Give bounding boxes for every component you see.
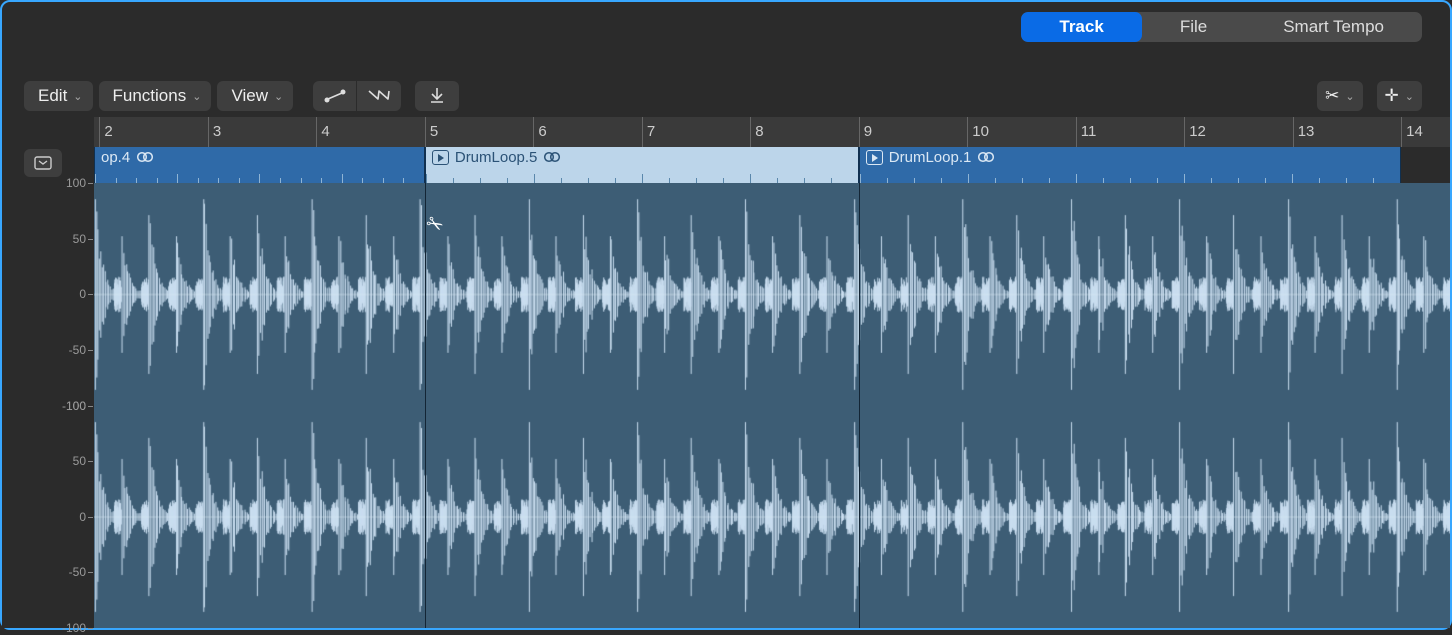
ruler-bar-5: 5 (425, 117, 438, 147)
menu-label: Functions (113, 86, 187, 106)
ruler-bar-4: 4 (316, 117, 329, 147)
amplitude-label: 100 (66, 176, 86, 190)
region-DrumLoop.5[interactable]: DrumLoop.5 (425, 147, 859, 183)
ruler-bar-10: 10 (967, 117, 989, 147)
snap-icon: ✛ (1385, 86, 1399, 106)
amplitude-label: 50 (73, 232, 86, 246)
edit-menu[interactable]: Edit ⌄ (24, 81, 93, 111)
loop-icon (543, 150, 561, 164)
tab-track[interactable]: Track (1021, 12, 1141, 42)
menu-label: View (231, 86, 268, 106)
snap-menu[interactable]: ✛ ⌄ (1377, 81, 1422, 111)
loop-icon (977, 150, 995, 164)
ruler-bar-7: 7 (642, 117, 655, 147)
tab-file[interactable]: File (1142, 12, 1245, 42)
amplitude-label: 50 (73, 454, 86, 468)
ruler-bar-3: 3 (208, 117, 221, 147)
amplitude-label: 0 (79, 287, 86, 301)
chevron-down-icon: ⌄ (73, 90, 82, 103)
region-divider (425, 183, 426, 628)
ruler-bar-11: 11 (1076, 117, 1097, 147)
amplitude-label: 0 (79, 510, 86, 524)
editor-toolbar: Edit ⌄ Functions ⌄ View ⌄ ✂︎ ⌄ ✛ ⌄ (2, 77, 1450, 115)
play-icon (866, 150, 883, 165)
scissors-icon: ✂︎ (1325, 86, 1339, 106)
editor-tabs: Track File Smart Tempo (1021, 12, 1422, 42)
ruler-bar-12: 12 (1184, 117, 1206, 147)
chevron-down-icon: ⌄ (274, 90, 283, 103)
automation-curve-button[interactable] (313, 81, 357, 111)
region-label: DrumLoop.1 (889, 149, 972, 166)
ruler-bar-8: 8 (750, 117, 763, 147)
catch-button[interactable] (24, 149, 62, 177)
menu-label: Edit (38, 86, 67, 106)
track-gutter: 100500-50-100 100500-50-100 (2, 117, 94, 628)
play-icon (432, 150, 449, 165)
bar-ruler[interactable]: 2 3 4 5 6 7 8 9 10 11 12 13 14 (94, 117, 1450, 147)
region-DrumLoop.4[interactable]: op.4 (94, 147, 425, 183)
tab-smart-tempo[interactable]: Smart Tempo (1245, 12, 1422, 42)
scissors-tool-menu[interactable]: ✂︎ ⌄ (1317, 81, 1362, 111)
ruler-bar-9: 9 (859, 117, 872, 147)
amplitude-label: 100 (66, 399, 86, 413)
waveform-area[interactable] (94, 183, 1450, 628)
chevron-down-icon: ⌄ (1405, 90, 1414, 103)
region-lane: op.4 DrumLoop.5 DrumLoop.1 (94, 147, 1450, 183)
chevron-down-icon: ⌄ (1345, 90, 1354, 103)
view-menu[interactable]: View ⌄ (217, 81, 293, 111)
ruler-bar-6: 6 (533, 117, 546, 147)
region-DrumLoop.1[interactable]: DrumLoop.1 (859, 147, 1401, 183)
flex-button[interactable] (357, 81, 401, 111)
functions-menu[interactable]: Functions ⌄ (99, 81, 212, 111)
chevron-down-icon: ⌄ (192, 90, 201, 103)
ruler-bar-14: 14 (1401, 117, 1423, 147)
amplitude-label: -50 (69, 343, 86, 357)
ruler-bar-2: 2 (99, 117, 112, 147)
amplitude-label: -50 (69, 565, 86, 579)
region-label: DrumLoop.5 (455, 149, 538, 166)
region-label: op.4 (101, 149, 130, 166)
catch-playhead-button[interactable] (415, 81, 459, 111)
amplitude-label: -100 (62, 621, 86, 635)
ruler-bar-13: 13 (1293, 117, 1315, 147)
region-divider (859, 183, 860, 628)
loop-icon (136, 150, 154, 164)
